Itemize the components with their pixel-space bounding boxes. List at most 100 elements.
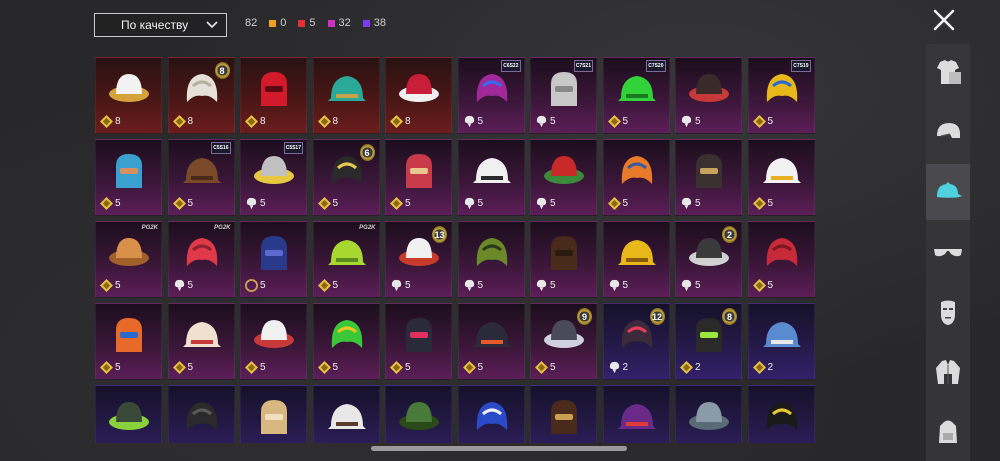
item-level: 5 <box>477 280 484 291</box>
item-card[interactable]: 5 <box>602 221 670 298</box>
item-card[interactable]: 88 <box>167 57 235 134</box>
item-card[interactable]: 95 <box>530 303 597 380</box>
sidebar-item-backpack[interactable] <box>926 404 970 460</box>
item-card[interactable]: 65 <box>312 139 380 216</box>
sidebar-item-cap[interactable] <box>926 164 970 220</box>
sidebar-item-jacket[interactable] <box>926 344 970 400</box>
item-card[interactable] <box>530 385 597 443</box>
sidebar-item-helmet[interactable] <box>926 104 970 160</box>
sort-dropdown[interactable]: По качеству <box>94 13 227 37</box>
item-card[interactable] <box>240 385 307 443</box>
item-card[interactable]: C5S17 5 <box>240 139 307 216</box>
item-card[interactable]: 25 <box>675 221 742 298</box>
item-card[interactable]: 12 2 <box>602 303 670 380</box>
item-level: 5 <box>405 362 411 373</box>
green-helmet-icon <box>399 402 439 430</box>
item-card[interactable]: 5 <box>602 139 670 216</box>
count-pink-value: 32 <box>338 17 351 29</box>
item-card[interactable]: PG2K 5 <box>167 221 235 298</box>
item-card[interactable]: 5 <box>675 57 742 134</box>
item-card[interactable]: C7S21 5 <box>530 57 597 134</box>
item-card[interactable] <box>385 385 452 443</box>
item-card[interactable] <box>312 385 380 443</box>
item-level: 5 <box>332 362 339 373</box>
item-card[interactable] <box>602 385 670 443</box>
total-count: 82 <box>245 17 258 29</box>
silver-rank-icon <box>681 115 692 128</box>
item-card[interactable] <box>95 385 162 443</box>
item-card[interactable] <box>457 385 525 443</box>
item-level: 5 <box>477 362 484 373</box>
horizontal-scrollbar[interactable] <box>371 446 627 451</box>
season-badge: C6S22 <box>501 60 521 72</box>
mask-icon <box>941 300 955 325</box>
season-badge: C7S21 <box>573 60 593 72</box>
item-card[interactable] <box>675 385 742 443</box>
item-card[interactable]: 5 <box>95 139 162 216</box>
item-card[interactable]: 5 <box>457 139 525 216</box>
season-badge: C7S20 <box>646 60 666 72</box>
item-card[interactable]: PG2K 5 <box>95 221 162 298</box>
item-card[interactable]: 5 <box>385 303 452 380</box>
item-level: 5 <box>115 280 121 291</box>
item-card[interactable] <box>747 385 815 443</box>
item-card[interactable]: 5 <box>312 303 380 380</box>
item-card[interactable]: 8 <box>240 57 307 134</box>
silver-rank-icon <box>464 279 474 292</box>
sidebar-item-outfit[interactable] <box>926 44 970 100</box>
item-level: 5 <box>695 280 701 291</box>
item-level: 5 <box>767 116 774 127</box>
bronze-rank-icon <box>245 279 258 292</box>
rank-badge: 9 <box>577 308 592 325</box>
count-orange: 0 <box>269 17 286 29</box>
item-level: 5 <box>260 198 266 209</box>
gold-rank-icon <box>752 361 766 374</box>
item-card[interactable]: C6S22 5 <box>457 57 525 134</box>
red-helmet-icon <box>261 72 287 106</box>
item-card[interactable]: 13 5 <box>385 221 452 298</box>
item-card[interactable]: 5 <box>167 303 235 380</box>
sidebar-item-glasses[interactable] <box>926 224 970 280</box>
item-card[interactable]: PG2K 5 <box>312 221 380 298</box>
item-card[interactable]: 8 <box>95 57 162 134</box>
item-card[interactable] <box>167 385 235 443</box>
item-card[interactable]: 5 <box>530 139 597 216</box>
item-level: 5 <box>405 198 411 209</box>
close-button[interactable] <box>930 6 958 34</box>
jacket-icon <box>936 360 960 384</box>
item-card[interactable]: 5 <box>747 221 815 298</box>
blue-baseball-helmet-icon <box>476 402 507 430</box>
fedora-icon <box>551 236 577 270</box>
item-card[interactable]: 5 <box>240 221 307 298</box>
item-card[interactable]: 5 <box>530 221 597 298</box>
fluffy-hat-icon <box>182 322 221 347</box>
item-card[interactable]: 5 <box>457 221 525 298</box>
item-card[interactable]: C7S20 5 <box>602 57 670 134</box>
item-card[interactable]: 5 <box>675 139 742 216</box>
item-card[interactable]: 5 <box>240 303 307 380</box>
item-card[interactable]: 5 <box>95 303 162 380</box>
item-level: 5 <box>550 198 556 209</box>
item-card[interactable]: 8 <box>385 57 452 134</box>
item-card[interactable]: C5S16 5 <box>167 139 235 216</box>
gold-rank-icon <box>245 115 258 128</box>
item-card[interactable]: C7S19 5 <box>747 57 815 134</box>
sidebar-item-mask[interactable] <box>926 284 970 340</box>
item-card[interactable]: 5 <box>457 303 525 380</box>
item-card[interactable]: 5 <box>747 139 815 216</box>
item-level: 5 <box>405 280 411 291</box>
gold-rank-icon <box>172 197 186 210</box>
gold-rank-icon <box>100 115 113 128</box>
item-level: 2 <box>695 362 701 373</box>
red-square-icon <box>298 19 306 27</box>
season-badge: C7S19 <box>791 60 811 72</box>
silver-rank-icon <box>681 279 692 292</box>
item-level: 5 <box>332 198 339 209</box>
item-level: 8 <box>187 116 194 127</box>
item-card[interactable]: 5 <box>385 139 452 216</box>
item-card[interactable]: 2 <box>747 303 815 380</box>
gold-rank-icon <box>100 197 113 210</box>
item-card[interactable]: 8 <box>312 57 380 134</box>
gold-rank-icon <box>100 279 113 292</box>
item-card[interactable]: 82 <box>675 303 742 380</box>
